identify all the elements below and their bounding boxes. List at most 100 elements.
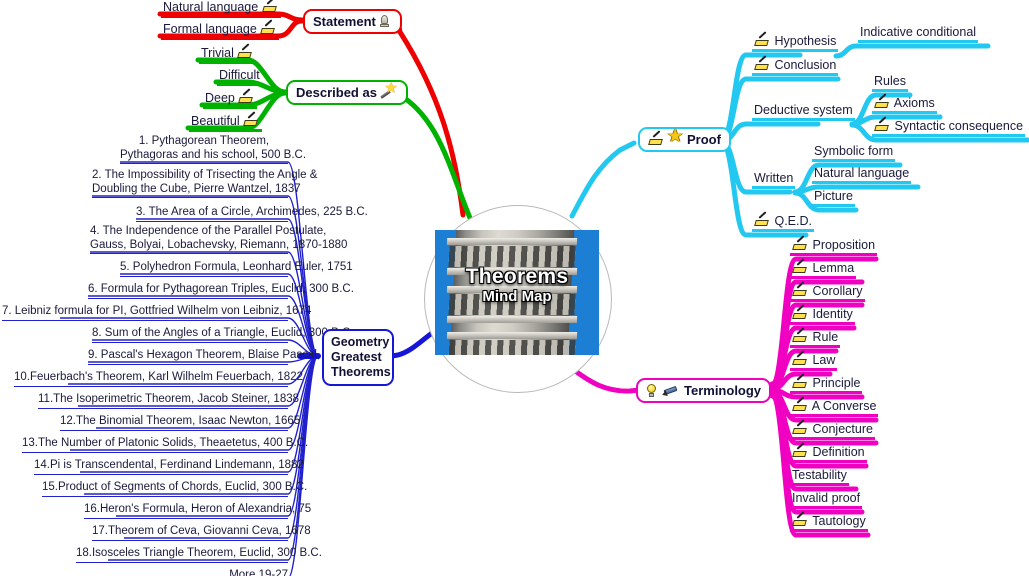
geometry-label-line-3: Theorems bbox=[331, 365, 391, 379]
note-icon bbox=[648, 134, 663, 146]
leaf-label: Difficult bbox=[219, 68, 260, 82]
theorem-row[interactable]: 5. Polyhedron Formula, Leonhard Euler, 1… bbox=[120, 261, 353, 277]
leaf-principle[interactable]: Principle bbox=[790, 376, 863, 394]
theorem-row[interactable]: 4. The Independence of the Parallel Post… bbox=[90, 225, 348, 254]
leaf-formal-language[interactable]: Formal language bbox=[161, 22, 280, 40]
central-node-image bbox=[435, 230, 599, 355]
leaf-identity[interactable]: Identity bbox=[790, 307, 855, 325]
leaf-invalid-proof[interactable]: Invalid proof bbox=[790, 491, 863, 509]
theorem-line-1: 16.Heron's Formula, Heron of Alexandria,… bbox=[84, 503, 312, 515]
note-icon bbox=[792, 377, 807, 389]
theorem-row[interactable]: 17.Theorem of Ceva, Giovanni Ceva, 1678 bbox=[92, 525, 311, 541]
theorem-row[interactable]: 14.Pi is Transcendental, Ferdinand Linde… bbox=[34, 459, 304, 475]
leaf-indicative-conditional[interactable]: Indicative conditional bbox=[858, 25, 979, 43]
leaf-beautiful[interactable]: Beautiful bbox=[189, 114, 263, 132]
leaf-conclusion[interactable]: Conclusion bbox=[752, 58, 839, 76]
theorem-row[interactable]: 9. Pascal's Hexagon Theorem, Blaise Pasc… bbox=[88, 349, 349, 365]
topic-terminology[interactable]: Terminology bbox=[636, 378, 772, 403]
star-icon bbox=[668, 129, 682, 147]
leaf-difficult[interactable]: Difficult bbox=[217, 68, 262, 86]
theorem-row[interactable]: 10.Feuerbach's Theorem, Karl Wilhelm Feu… bbox=[14, 371, 303, 387]
theorem-line-2: Pythagoras and his school, 500 B.C. bbox=[120, 148, 307, 161]
note-icon bbox=[792, 239, 807, 251]
note-icon bbox=[874, 120, 889, 132]
note-icon bbox=[792, 423, 807, 435]
topic-described-as[interactable]: Described as bbox=[286, 80, 408, 105]
theorem-line-1: 15.Product of Segments of Chords, Euclid… bbox=[42, 481, 308, 493]
described-as-label: Described as bbox=[296, 85, 377, 100]
topic-statement[interactable]: Statement bbox=[303, 9, 402, 34]
pisa-tower-illustration bbox=[435, 230, 599, 355]
theorem-row[interactable]: 11.The Isoperimetric Theorem, Jacob Stei… bbox=[38, 393, 299, 409]
leaf-label: Axioms bbox=[893, 96, 935, 110]
leaf-lemma[interactable]: Lemma bbox=[790, 261, 857, 279]
leaf-label: Lemma bbox=[812, 261, 855, 275]
leaf-testability[interactable]: Testability bbox=[790, 468, 849, 486]
leaf-proposition[interactable]: Proposition bbox=[790, 238, 878, 256]
topic-geometry-greatest-theorems[interactable]: Geometry Greatest Theorems bbox=[322, 329, 394, 386]
leaf-deep[interactable]: Deep bbox=[203, 91, 258, 109]
leaf-law[interactable]: Law bbox=[790, 353, 838, 371]
note-icon bbox=[792, 308, 807, 320]
leaf-hypothesis[interactable]: Hypothesis bbox=[752, 34, 839, 52]
theorem-line-1: 14.Pi is Transcendental, Ferdinand Linde… bbox=[34, 459, 304, 471]
leaf-rules[interactable]: Rules bbox=[872, 74, 908, 92]
theorem-row[interactable]: 15.Product of Segments of Chords, Euclid… bbox=[42, 481, 308, 497]
leaf-natural-language-proof[interactable]: Natural language bbox=[812, 166, 912, 184]
leaf-label: Conclusion bbox=[774, 58, 837, 72]
leaf-label: Rule bbox=[812, 330, 839, 344]
theorem-line-1: 18.Isosceles Triangle Theorem, Euclid, 3… bbox=[76, 547, 322, 559]
leaf-symbolic-form[interactable]: Symbolic form bbox=[812, 144, 896, 162]
proof-label: Proof bbox=[687, 132, 721, 147]
leaf-syntactic-consequence[interactable]: Syntactic consequence bbox=[872, 119, 1026, 137]
leaf-natural-language[interactable]: Natural language bbox=[161, 0, 281, 18]
note-icon bbox=[874, 97, 889, 109]
leaf-deductive-system[interactable]: Deductive system bbox=[752, 103, 855, 121]
leaf-tautology[interactable]: Tautology bbox=[790, 514, 868, 532]
note-icon bbox=[792, 446, 807, 458]
statement-label: Statement bbox=[313, 14, 376, 29]
theorem-line-1: More 19-27 bbox=[229, 569, 288, 576]
theorem-row[interactable]: 7. Leibniz formula for PI, Gottfried Wil… bbox=[2, 305, 311, 321]
leaf-a-converse[interactable]: A Converse bbox=[790, 399, 879, 417]
theorem-row[interactable]: 2. The Impossibility of Trisecting the A… bbox=[92, 169, 317, 198]
leaf-picture[interactable]: Picture bbox=[812, 189, 855, 207]
theorem-row[interactable]: 6. Formula for Pythagorean Triples, Eucl… bbox=[88, 283, 354, 299]
leaf-label: Conjecture bbox=[812, 422, 873, 436]
leaf-axioms[interactable]: Axioms bbox=[872, 96, 937, 114]
leaf-written[interactable]: Written bbox=[752, 171, 796, 189]
theorem-line-2: Gauss, Bolyai, Lobachevsky, Riemann, 187… bbox=[90, 238, 348, 251]
note-icon bbox=[237, 47, 252, 59]
theorem-line-1: 4. The Independence of the Parallel Post… bbox=[90, 225, 327, 237]
leaf-conjecture[interactable]: Conjecture bbox=[790, 422, 875, 440]
leaf-trivial[interactable]: Trivial bbox=[199, 46, 257, 64]
topic-proof[interactable]: Proof bbox=[638, 127, 731, 152]
theorem-row[interactable]: 12.The Binomial Theorem, Isaac Newton, 1… bbox=[60, 415, 301, 431]
leaf-label: Definition bbox=[812, 445, 865, 459]
leaf-label: Rules bbox=[874, 74, 906, 88]
theorem-row[interactable]: 1. Pythagorean Theorem, Pythagoras and h… bbox=[120, 135, 307, 164]
theorem-row[interactable]: 13.The Number of Platonic Solids, Theaet… bbox=[22, 437, 308, 453]
leaf-label: Symbolic form bbox=[814, 144, 894, 158]
theorem-line-1: 12.The Binomial Theorem, Isaac Newton, 1… bbox=[60, 415, 301, 427]
theorem-line-1: 1. Pythagorean Theorem, bbox=[138, 135, 270, 147]
note-icon bbox=[754, 215, 769, 227]
leaf-qed[interactable]: Q.E.D. bbox=[752, 214, 814, 232]
theorem-row[interactable]: 8. Sum of the Angles of a Triangle, Eucl… bbox=[92, 327, 353, 343]
leaf-definition[interactable]: Definition bbox=[790, 445, 867, 463]
leaf-rule[interactable]: Rule bbox=[790, 330, 841, 348]
leaf-label: A Converse bbox=[811, 399, 877, 413]
pencil-icon bbox=[663, 384, 679, 397]
leaf-label: Tautology bbox=[812, 514, 866, 528]
theorem-row-more[interactable]: More 19-27 bbox=[180, 569, 288, 576]
theorem-row[interactable]: 3. The Area of a Circle, Archimedes, 225… bbox=[136, 206, 368, 222]
leaf-label: Invalid proof bbox=[792, 491, 861, 505]
terminology-label: Terminology bbox=[684, 383, 762, 398]
theorem-line-1: 6. Formula for Pythagorean Triples, Eucl… bbox=[88, 283, 354, 295]
leaf-corollary[interactable]: Corollary bbox=[790, 284, 865, 302]
leaf-label: Law bbox=[812, 353, 836, 367]
mind-map-canvas: Theorems Mind Map Statement Described as… bbox=[0, 0, 1029, 576]
leaf-label: Identity bbox=[812, 307, 853, 321]
theorem-row[interactable]: 16.Heron's Formula, Heron of Alexandria,… bbox=[84, 503, 312, 519]
theorem-row[interactable]: 18.Isosceles Triangle Theorem, Euclid, 3… bbox=[76, 547, 322, 563]
